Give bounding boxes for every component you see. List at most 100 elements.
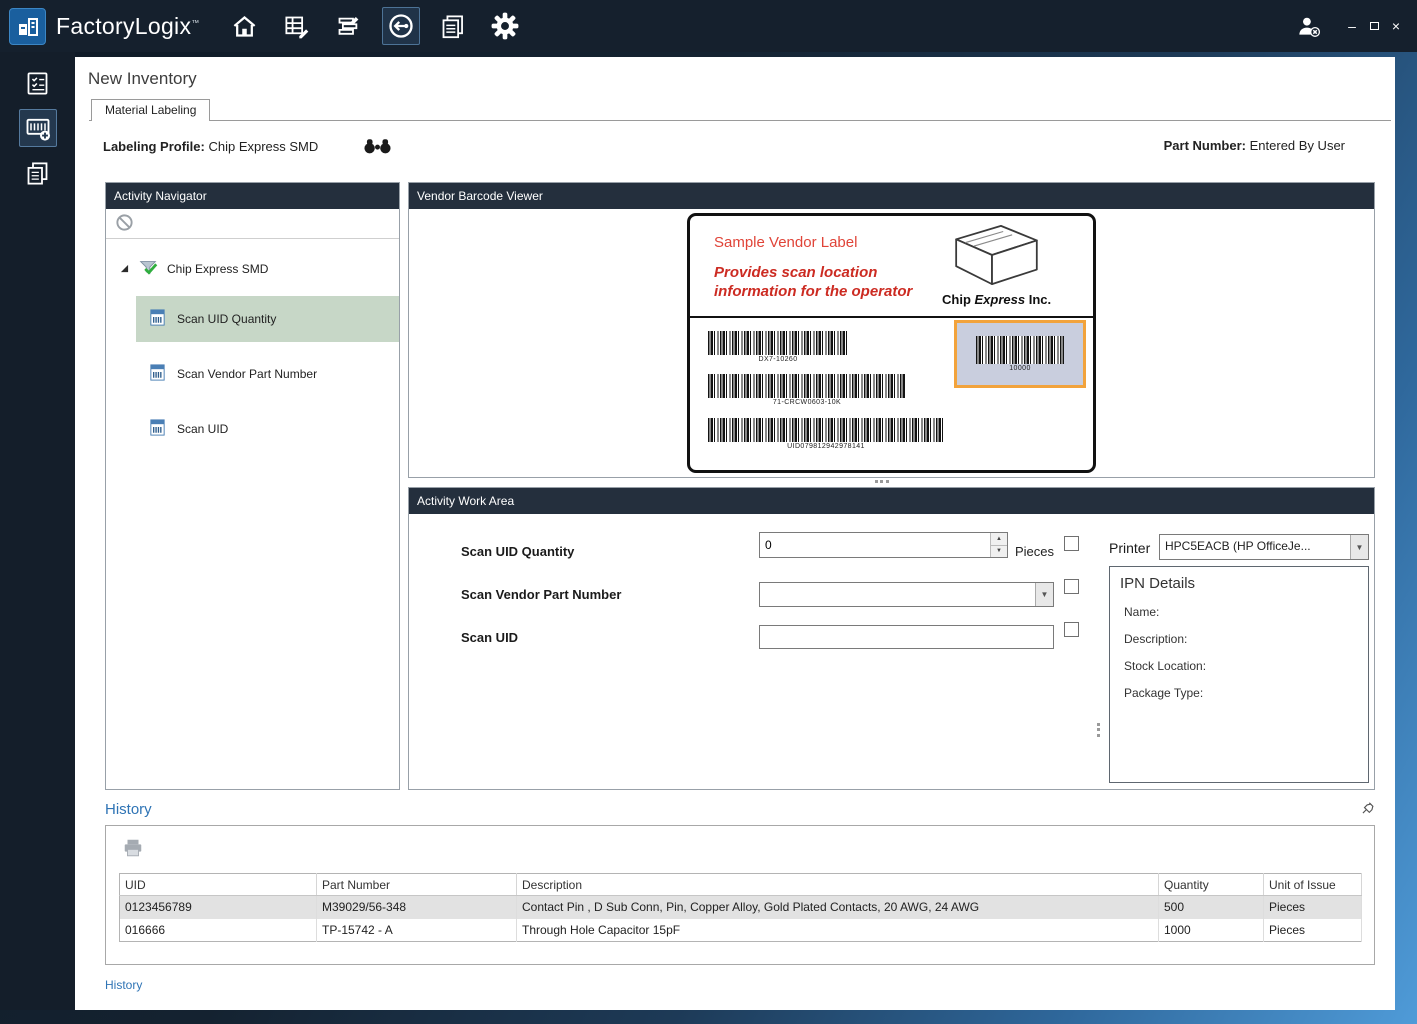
scan-uid-textbox[interactable] — [759, 625, 1054, 649]
reports-document-icon[interactable] — [434, 7, 472, 45]
col-uid[interactable]: UID — [120, 874, 317, 896]
barcode-uid: UID079812942978141 — [708, 418, 944, 450]
tree-root-label: Chip Express SMD — [167, 262, 268, 276]
history-section: History UID Part Number Description Quan… — [105, 798, 1375, 992]
vendor-barcode-viewer-body: Sample Vendor Label Provides scan locati… — [409, 209, 1374, 477]
col-description[interactable]: Description — [517, 874, 1159, 896]
print-icon[interactable] — [122, 837, 144, 862]
sample-vendor-label: Sample Vendor Label Provides scan locati… — [687, 213, 1096, 473]
activity-work-area-header: Activity Work Area — [409, 488, 1374, 514]
cell-part-number: M39029/56-348 — [317, 896, 517, 919]
activity-doc-icon — [148, 418, 167, 440]
labeling-profile-label: Labeling Profile: — [103, 139, 205, 154]
workarea-splitter-handle[interactable] — [1097, 723, 1100, 737]
expander-icon[interactable] — [120, 262, 129, 276]
labeling-profile-value: Chip Express SMD — [208, 139, 318, 154]
tree-item-scan-uid[interactable]: Scan UID — [136, 406, 399, 452]
app-title: FactoryLogix™ — [56, 13, 200, 40]
spinner-arrows[interactable]: ▲▼ — [990, 533, 1007, 557]
app-logo-icon — [9, 8, 46, 45]
scan-uid-quantity-checkbox[interactable] — [1064, 536, 1079, 551]
home-icon[interactable] — [226, 7, 264, 45]
cell-quantity: 1000 — [1159, 919, 1264, 942]
window-controls: – × — [1291, 11, 1407, 41]
activity-navigator-header: Activity Navigator — [106, 183, 399, 209]
printer-label: Printer — [1109, 540, 1150, 556]
printer-combo[interactable]: HPC5EACB (HP OfficeJe... ▼ — [1159, 534, 1369, 560]
scan-uid-input[interactable] — [760, 626, 1053, 648]
ipn-details-box: IPN Details Name: Description: Stock Loc… — [1109, 566, 1369, 783]
new-inventory-label-icon[interactable] — [19, 109, 57, 147]
scan-vendor-part-number-combo[interactable]: ▼ — [759, 582, 1054, 607]
barcode-mfr: 71-CRCW0603-10K — [708, 374, 906, 406]
cell-unit-of-issue: Pieces — [1264, 896, 1362, 919]
highlighted-quantity-barcode: 10000 — [954, 320, 1086, 388]
labeling-profile-row: Labeling Profile: Chip Express SMD — [103, 138, 391, 154]
ipn-package-type-label: Package Type: — [1110, 686, 1368, 700]
tree-node-profile[interactable]: Chip Express SMD — [106, 251, 399, 287]
scan-vendor-part-number-label: Scan Vendor Part Number — [461, 587, 621, 602]
main-navigation — [226, 7, 524, 45]
printer-value: HPC5EACB (HP OfficeJe... — [1160, 535, 1350, 559]
minimize-button[interactable]: – — [1341, 16, 1363, 36]
scan-uid-quantity-spinner[interactable]: ▲▼ — [759, 532, 1008, 558]
cell-unit-of-issue: Pieces — [1264, 919, 1362, 942]
panel-splitter-handle[interactable] — [875, 480, 889, 483]
spin-up-icon[interactable]: ▲ — [991, 533, 1007, 546]
binoculars-icon[interactable] — [364, 138, 391, 154]
tab-material-labeling[interactable]: Material Labeling — [91, 99, 210, 121]
table-row[interactable]: 016666 TP-15742 - A Through Hole Capacit… — [120, 919, 1362, 942]
tree-item-label: Scan Vendor Part Number — [177, 367, 317, 381]
chevron-down-icon[interactable]: ▼ — [1350, 535, 1368, 559]
part-number-value: Entered By User — [1250, 138, 1345, 153]
left-toolbar — [0, 52, 75, 1010]
history-title: History — [105, 801, 152, 818]
main-content: New Inventory Material Labeling Labeling… — [75, 57, 1395, 1010]
copy-labels-icon[interactable] — [19, 154, 57, 192]
barcode-part: DX7-10260 — [708, 331, 848, 363]
sample-label-heading: Sample Vendor Label — [714, 234, 857, 251]
activity-navigator-panel: Activity Navigator Chip Express SMD Scan… — [105, 182, 400, 790]
history-table: UID Part Number Description Quantity Uni… — [119, 873, 1362, 942]
spin-down-icon[interactable]: ▼ — [991, 546, 1007, 558]
scan-uid-quantity-input[interactable] — [759, 532, 1008, 558]
planning-grid-icon[interactable] — [278, 7, 316, 45]
barcode-caption: 71-CRCW0603-10K — [708, 399, 906, 406]
ipn-stock-location-label: Stock Location: — [1110, 659, 1368, 673]
navigator-toolbar — [106, 209, 399, 239]
cell-description: Contact Pin , D Sub Conn, Pin, Copper Al… — [517, 896, 1159, 919]
pin-icon[interactable] — [1361, 801, 1375, 818]
label-divider — [690, 316, 1093, 318]
production-route-icon[interactable] — [382, 7, 420, 45]
page-title: New Inventory — [88, 69, 197, 89]
logout-user-icon[interactable] — [1291, 11, 1325, 41]
maximize-button[interactable] — [1363, 16, 1385, 36]
title-bar: FactoryLogix™ – × — [0, 0, 1417, 52]
ipn-details-title: IPN Details — [1110, 567, 1368, 592]
tree-item-scan-vendor-part-number[interactable]: Scan Vendor Part Number — [136, 351, 399, 397]
scan-uid-label: Scan UID — [461, 630, 518, 645]
col-part-number[interactable]: Part Number — [317, 874, 517, 896]
pieces-suffix: Pieces — [1015, 544, 1054, 559]
vendor-barcode-viewer-panel: Vendor Barcode Viewer Sample Vendor Labe… — [408, 182, 1375, 478]
materials-stack-icon[interactable] — [330, 7, 368, 45]
col-quantity[interactable]: Quantity — [1159, 874, 1264, 896]
blocked-icon[interactable] — [115, 213, 134, 235]
scan-uid-checkbox[interactable] — [1064, 622, 1079, 637]
col-unit-of-issue[interactable]: Unit of Issue — [1264, 874, 1362, 896]
scan-uid-quantity-label: Scan UID Quantity — [461, 544, 574, 559]
scan-vendor-part-number-checkbox[interactable] — [1064, 579, 1079, 594]
batch-checklist-icon[interactable] — [19, 64, 57, 102]
tree-item-scan-uid-quantity[interactable]: Scan UID Quantity — [136, 296, 399, 342]
chevron-down-icon[interactable]: ▼ — [1035, 583, 1053, 606]
history-titlebar: History — [105, 798, 1375, 820]
activity-tree: Chip Express SMD Scan UID Quantity Scan … — [106, 251, 399, 452]
tab-strip: Material Labeling — [89, 99, 1391, 121]
close-button[interactable]: × — [1385, 16, 1407, 36]
cell-uid: 0123456789 — [120, 896, 317, 919]
settings-gear-icon[interactable] — [486, 7, 524, 45]
table-header-row: UID Part Number Description Quantity Uni… — [120, 874, 1362, 896]
history-footer-link[interactable]: History — [105, 978, 142, 992]
cell-quantity: 500 — [1159, 896, 1264, 919]
table-row[interactable]: 0123456789 M39029/56-348 Contact Pin , D… — [120, 896, 1362, 919]
